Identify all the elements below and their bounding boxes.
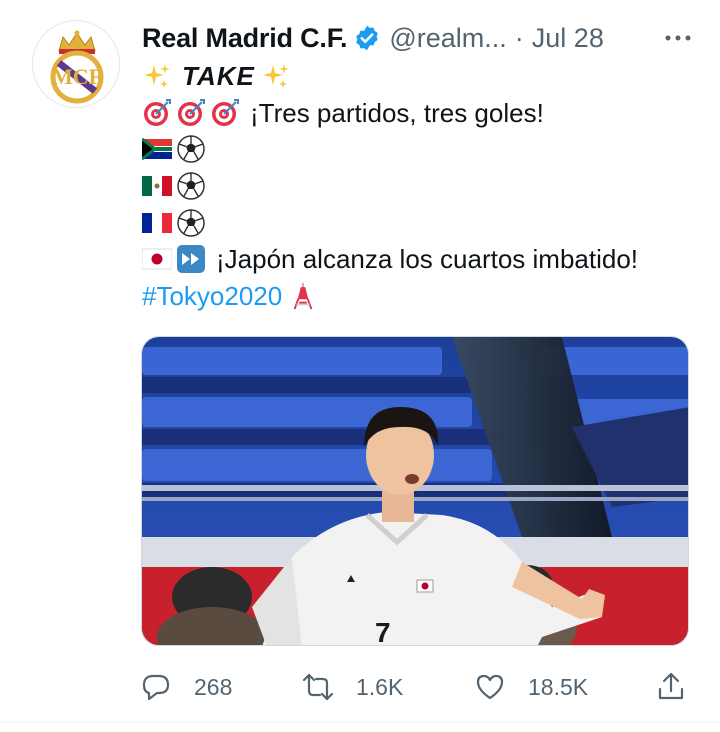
more-options-button[interactable]	[660, 24, 696, 52]
tweet-line-6: ¡Japón alcanza los cuartos imbatido!	[142, 241, 702, 278]
fast-forward-icon	[176, 244, 206, 274]
player-celebration-photo-icon: 7	[142, 337, 688, 646]
hashtag-link[interactable]: #Tokyo2020	[142, 278, 282, 315]
tweet-line-2-text: ¡Tres partidos, tres goles!	[250, 97, 544, 128]
share-button[interactable]	[655, 665, 687, 709]
south-africa-flag-icon	[142, 134, 172, 164]
soccer-ball-icon	[176, 208, 206, 238]
separator-dot: ·	[514, 22, 524, 53]
target-icon	[210, 98, 240, 128]
retweet-icon	[302, 673, 334, 701]
reply-icon	[142, 674, 170, 701]
tweet-line-5	[142, 204, 702, 241]
france-flag-icon	[142, 208, 172, 238]
author-handle[interactable]: @realm...	[389, 23, 506, 54]
tweet-divider	[0, 722, 720, 723]
tweet-actions: 268 1.6K 18.5K	[140, 665, 690, 709]
share-icon	[658, 672, 684, 700]
tweet-line-3	[142, 131, 702, 168]
author-display-name[interactable]: Real Madrid C.F.	[142, 23, 348, 54]
tweet-date[interactable]: Jul 28	[532, 23, 604, 54]
tweet-line-4	[142, 168, 702, 205]
mexico-flag-icon	[142, 171, 172, 201]
soccer-ball-icon	[176, 171, 206, 201]
tweet-line-7: #Tokyo2020	[142, 278, 702, 315]
more-horizontal-icon	[665, 35, 691, 41]
like-count: 18.5K	[528, 673, 589, 700]
soccer-ball-icon	[176, 134, 206, 164]
jersey-number: 7	[375, 617, 391, 646]
target-icon	[176, 98, 206, 128]
reply-button[interactable]: 268	[140, 665, 232, 709]
tokyo-tower-icon	[288, 281, 318, 311]
take-word: TAKE	[182, 61, 255, 91]
tweet-line-1: TAKE	[142, 58, 702, 95]
heart-icon	[476, 674, 504, 700]
svg-text:MCF: MCF	[52, 64, 102, 89]
retweet-count: 1.6K	[356, 673, 404, 700]
avatar[interactable]: MCF	[32, 20, 120, 108]
retweet-button[interactable]: 1.6K	[302, 665, 403, 709]
tweet-line-2: ¡Tres partidos, tres goles!	[142, 95, 702, 132]
reply-count: 268	[194, 673, 233, 700]
real-madrid-crest-icon: MCF	[33, 21, 119, 107]
like-button[interactable]: 18.5K	[474, 665, 588, 709]
sparkles-icon	[261, 61, 291, 91]
sparkles-icon	[142, 61, 172, 91]
japan-flag-icon	[142, 244, 172, 274]
tweet-header: Real Madrid C.F. @realm... · Jul 28	[142, 20, 696, 56]
target-icon	[142, 98, 172, 128]
tweet-line-6-text: ¡Japón alcanza los cuartos imbatido!	[216, 243, 639, 274]
verified-badge-icon	[353, 24, 381, 52]
tweet-media-image[interactable]: 7	[141, 336, 689, 646]
tweet-text: TAKE ¡Tres partidos, tres goles! ¡Japón …	[142, 58, 702, 314]
